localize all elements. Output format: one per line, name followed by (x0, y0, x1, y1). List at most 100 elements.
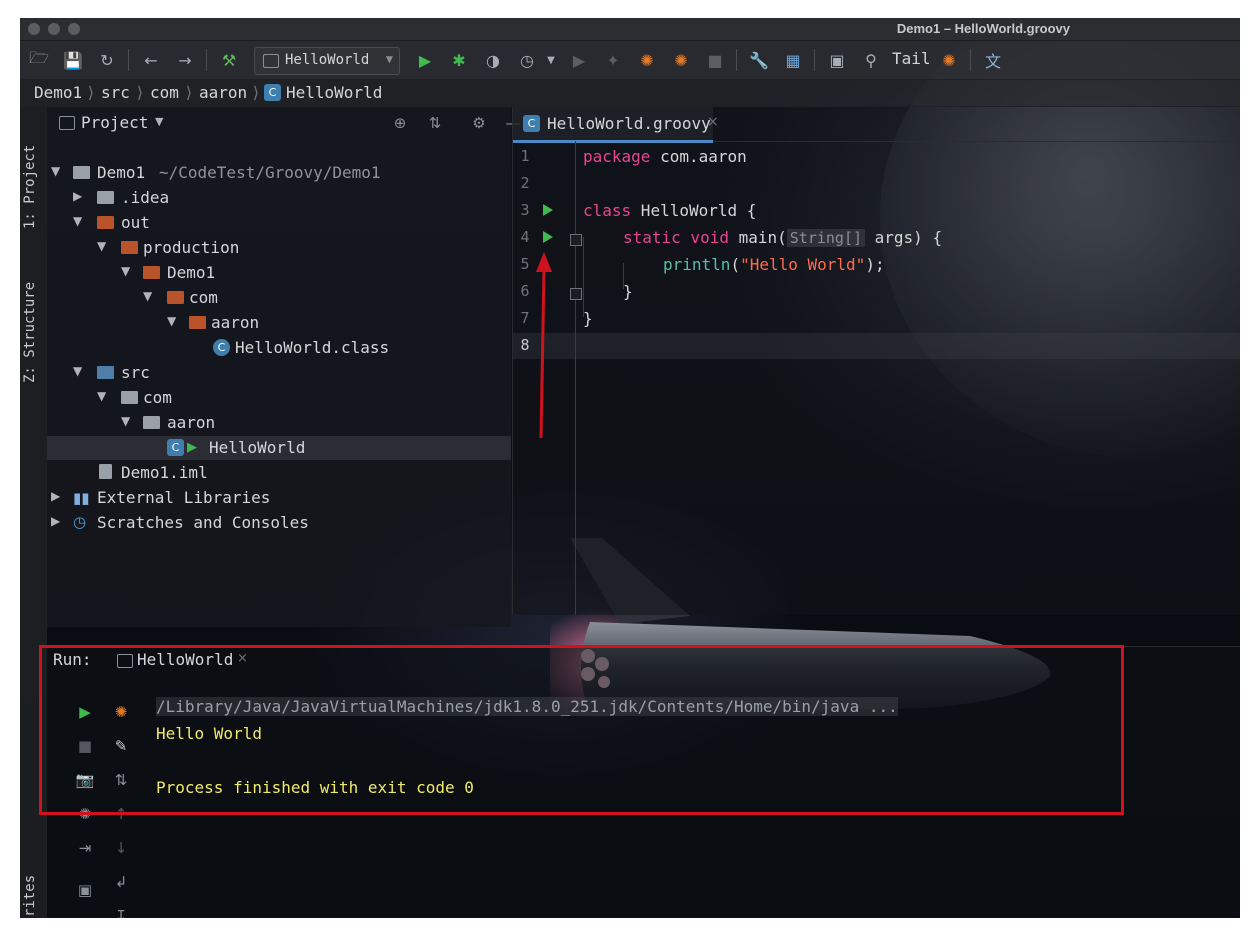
tree-item-helloworld-class[interactable]: C HelloWorld.class (47, 336, 511, 360)
tree-item-com-output[interactable]: ▼ com (47, 286, 511, 310)
code-text: args) { (865, 228, 943, 247)
chevron-down-icon[interactable]: ▼ (51, 164, 60, 178)
stop-icon[interactable]: ■ (704, 49, 726, 71)
iml-file-icon (99, 464, 112, 479)
close-window-button[interactable] (28, 23, 40, 35)
tree-item-src[interactable]: ▼ src (47, 361, 511, 385)
tab-project[interactable]: 1: Project (22, 119, 44, 229)
gear-icon[interactable]: ⚙ (468, 112, 490, 134)
close-tab-icon[interactable]: × (707, 114, 719, 130)
project-structure-icon[interactable]: ▦ (782, 49, 804, 71)
fold-icon[interactable] (570, 288, 582, 300)
terminal-icon[interactable]: ▣ (826, 49, 848, 71)
chevron-right-icon[interactable]: ▶ (51, 489, 60, 503)
save-icon[interactable]: 💾 (62, 49, 84, 71)
sync-icon[interactable]: ↻ (96, 49, 118, 71)
tree-item-idea[interactable]: ▶ .idea (47, 186, 511, 210)
tree-item-label: Demo1 (167, 263, 216, 282)
login-icon[interactable]: ⇥ (74, 837, 96, 859)
minimize-window-button[interactable] (48, 23, 60, 35)
build-icon[interactable]: ⚒ (218, 49, 240, 71)
tab-structure[interactable]: Z: Structure (22, 253, 44, 383)
main-toolbar: 🗁 💾 ↻ ← → ⚒ HelloWorld ▼ ▶ ✱ ◑ ◷ ▼ ▶ ✦ ✺… (20, 41, 1240, 80)
run-configuration-select[interactable]: HelloWorld ▼ (254, 47, 400, 75)
package-icon (121, 391, 138, 404)
tail-label[interactable]: Tail (892, 49, 931, 68)
back-icon[interactable]: ← (140, 49, 162, 71)
bug2-icon[interactable]: ✺ (670, 49, 692, 71)
run-icon[interactable]: ▶ (414, 49, 436, 71)
collapse-all-icon[interactable]: ⇅ (424, 112, 446, 134)
chevron-down-icon[interactable]: ▼ (73, 214, 82, 228)
chevron-down-icon[interactable]: ▼ (167, 314, 176, 328)
tree-item-helloworld[interactable]: C ▶ HelloWorld (47, 436, 511, 460)
bug-icon[interactable]: ✺ (636, 49, 658, 71)
open-icon[interactable]: 🗁 (28, 48, 50, 71)
locate-icon[interactable]: ⊕ (389, 112, 411, 134)
debug-icon[interactable]: ✱ (448, 49, 470, 71)
profile-icon[interactable]: ◷ (516, 49, 538, 71)
chevron-right-icon[interactable]: ▶ (73, 189, 82, 203)
parameter-hint: String[] (786, 229, 866, 247)
maximize-window-button[interactable] (68, 23, 80, 35)
toolbar-divider (206, 49, 207, 71)
tree-item-demo1[interactable]: ▼ Demo1 ~/CodeTest/Groovy/Demo1 (47, 161, 511, 185)
run-gutter-icon[interactable] (543, 204, 553, 216)
tree-item-aaron-output[interactable]: ▼ aaron (47, 311, 511, 335)
breadcrumb-item-demo1[interactable]: Demo1 (34, 83, 82, 102)
editor-tab-bar: C HelloWorld.groovy × (513, 107, 1240, 143)
toolbar-divider (970, 49, 971, 71)
line-number: 1 (520, 147, 530, 165)
tree-item-out[interactable]: ▼ out (47, 211, 511, 235)
chevron-down-icon[interactable]: ▼ (73, 364, 82, 378)
resume-icon[interactable]: ▶ (568, 49, 590, 71)
code-text: HelloWorld { (631, 201, 757, 220)
tree-item-aaron[interactable]: ▼ aaron (47, 411, 511, 435)
excluded-folder-icon (121, 241, 138, 254)
settings-wrench-icon[interactable]: 🔧 (748, 49, 770, 71)
groovy-class-icon: C (264, 84, 281, 101)
project-panel-title[interactable]: Project (81, 113, 148, 132)
fold-icon[interactable] (570, 234, 582, 246)
chevron-down-icon[interactable]: ▼ (97, 239, 106, 253)
layout-icon[interactable]: ▣ (74, 879, 96, 901)
chevron-down-icon[interactable]: ▼ (97, 389, 106, 403)
chevron-down-icon[interactable]: ▼ (143, 289, 152, 303)
tree-item-external-libraries[interactable]: ▶ ▮▮ External Libraries (47, 486, 511, 510)
scratches-icon: ◷ (73, 513, 87, 531)
tail-icon[interactable]: ✺ (938, 49, 960, 71)
breadcrumb-item-src[interactable]: src (101, 83, 130, 102)
arrow-down-icon[interactable]: ↓ (110, 837, 132, 859)
forward-icon[interactable]: → (174, 49, 196, 71)
tree-item-demo1-output[interactable]: ▼ Demo1 (47, 261, 511, 285)
tree-item-scratches[interactable]: ▶ ◷ Scratches and Consoles (47, 511, 511, 535)
tree-item-label: Scratches and Consoles (97, 513, 309, 532)
search-icon[interactable]: ⚲ (860, 49, 882, 71)
breadcrumb-item-helloworld[interactable]: HelloWorld (286, 83, 382, 102)
code-text: main( (728, 228, 787, 247)
breadcrumb-item-aaron[interactable]: aaron (199, 83, 247, 102)
tab-helloworld-groovy[interactable]: C HelloWorld.groovy × (513, 107, 719, 143)
code-text: ); (865, 255, 885, 274)
code-line-6: } (623, 282, 633, 301)
attach-icon[interactable]: ✦ (602, 49, 624, 71)
chevron-down-icon[interactable]: ▼ (121, 414, 130, 428)
scroll-to-end-icon[interactable]: ↧ (110, 905, 132, 918)
run-dropdown-icon[interactable]: ▼ (540, 49, 562, 71)
code-editor[interactable]: C HelloWorld.groovy × 1 2 3 4 5 6 7 8 pa… (512, 107, 1240, 615)
tree-item-demo1-iml[interactable]: Demo1.iml (47, 461, 511, 485)
package-icon (143, 416, 160, 429)
chevron-right-icon[interactable]: ▶ (51, 514, 60, 528)
tree-item-com[interactable]: ▼ com (47, 386, 511, 410)
run-gutter-icon[interactable] (543, 231, 553, 243)
current-line-highlight (513, 333, 1240, 359)
tab-favorites[interactable]: rites (22, 867, 44, 917)
breadcrumb-item-com[interactable]: com (150, 83, 179, 102)
tree-item-production[interactable]: ▼ production (47, 236, 511, 260)
coverage-icon[interactable]: ◑ (482, 49, 504, 71)
tree-item-label: com (189, 288, 218, 307)
translate-icon[interactable]: 文 (982, 49, 1004, 71)
chevron-down-icon[interactable]: ▼ (121, 264, 130, 278)
chevron-down-icon[interactable]: ▼ (155, 115, 163, 128)
soft-wrap-icon[interactable]: ↲ (110, 871, 132, 893)
